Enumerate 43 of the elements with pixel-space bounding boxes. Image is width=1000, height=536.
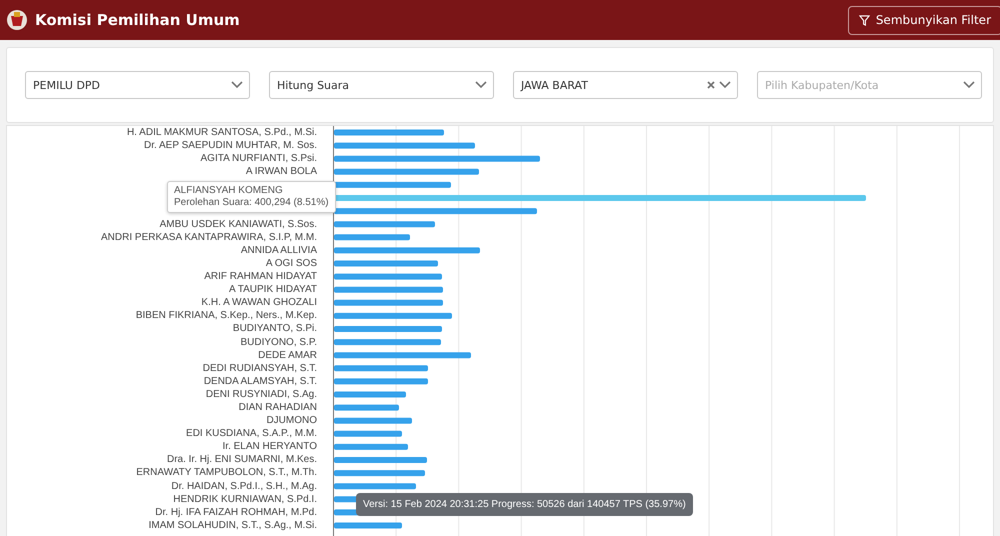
candidate-name: DENDA ALAMSYAH, S.T. — [202, 374, 317, 388]
candidate-name: DENI RUSYNIADI, S.Ag. — [204, 388, 317, 401]
chevron-down-icon — [475, 81, 487, 89]
candidate-name: Dra. Ir. Hj. ENI SUMARNI, M.Kes. — [166, 453, 317, 466]
candidate-name: DIAN RAHADIAN — [238, 400, 317, 414]
candidate-name: ERNAWATY TAMPUBOLON, S.T., M.Th. — [135, 466, 317, 480]
app-title: Komisi Pemilihan Umum — [35, 11, 240, 29]
candidate-name: DEDE AMAR — [257, 348, 317, 362]
candidate-name: Ir. ELAN HERYANTO — [222, 440, 317, 454]
candidate-name: DJUMONO — [265, 414, 317, 428]
chevron-down-icon — [231, 81, 243, 89]
select-field[interactable]: JAWA BARAT — [513, 71, 738, 99]
candidate-name: Dr. AEP SAEPUDIN MUHTAR, M. Sos. — [143, 139, 317, 152]
emblem-icon — [6, 8, 28, 32]
candidate-name: ANDRI PERKASA KANTAPRAWIRA, S.I.P, M.M. — [100, 230, 317, 244]
candidate-name: HENDRIK KURNIAWAN, S.Pd.I. — [172, 492, 317, 506]
version-tooltip: Versi: 15 Feb 2024 20:31:25 Progress: 50526 dari 140457 TPS (35.97%) — [356, 493, 693, 516]
candidate-name: Dr. HAIDAN, S.Pd.I., S.H., M.Ag. — [170, 480, 317, 493]
candidate-name: BIBEN FIKRIANA, S.Kep., Ners., M.Kep. — [134, 309, 317, 322]
candidate-name: BUDIYONO, S.P. — [239, 336, 317, 349]
candidate-name: ANNIDA ALLIVIA — [240, 244, 317, 257]
candidate-name: IMAM SOLAHUDIN, S.T., S.Ag., M.Si. — [148, 518, 317, 532]
candidate-name: Dr. Hj. IFA FAIZAH ROHMAH, M.Pd. — [154, 506, 317, 519]
hide-filter-button[interactable]: Sembunyikan Filter — [848, 6, 1000, 34]
candidate-name: EDI KUSDIANA, S.A.P., M.M. — [185, 427, 317, 440]
chevron-down-icon — [963, 81, 975, 89]
candidate-name: A OGI SOS — [264, 256, 317, 270]
select-field[interactable]: Hitung Suara — [269, 71, 494, 99]
tooltip-title: ALFIANSYAH KOMENG — [174, 185, 284, 197]
filter-icon — [858, 14, 870, 26]
candidate-name: AGITA NURFIANTI, S.Psi. — [200, 152, 317, 166]
candidate-name: DEDI RUDIANSYAH, S.T. — [202, 362, 317, 375]
select-field[interactable]: PEMILU DPD — [25, 71, 250, 99]
candidate-name: A IRWAN BOLA — [244, 165, 317, 178]
candidate-name: AMBU USDEK KANIAWATI, S.Sos. — [158, 218, 317, 231]
candidate-name: A TAUPIK HIDAYAT — [228, 283, 317, 296]
candidate-name: BUDIYANTO, S.Pi. — [232, 322, 317, 336]
clear-icon[interactable] — [707, 81, 715, 89]
candidate-name: K.H. A WAWAN GHOZALI — [200, 296, 317, 310]
tooltip-value: Perolehan Suara: 400,294 (8.51%) — [174, 197, 329, 209]
chevron-down-icon — [719, 81, 731, 89]
candidate-name: H. ADIL MAKMUR SANTOSA, S.Pd., M.Si. — [126, 126, 317, 140]
candidate-name: ARIF RAHMAN HIDAYAT — [203, 270, 317, 284]
